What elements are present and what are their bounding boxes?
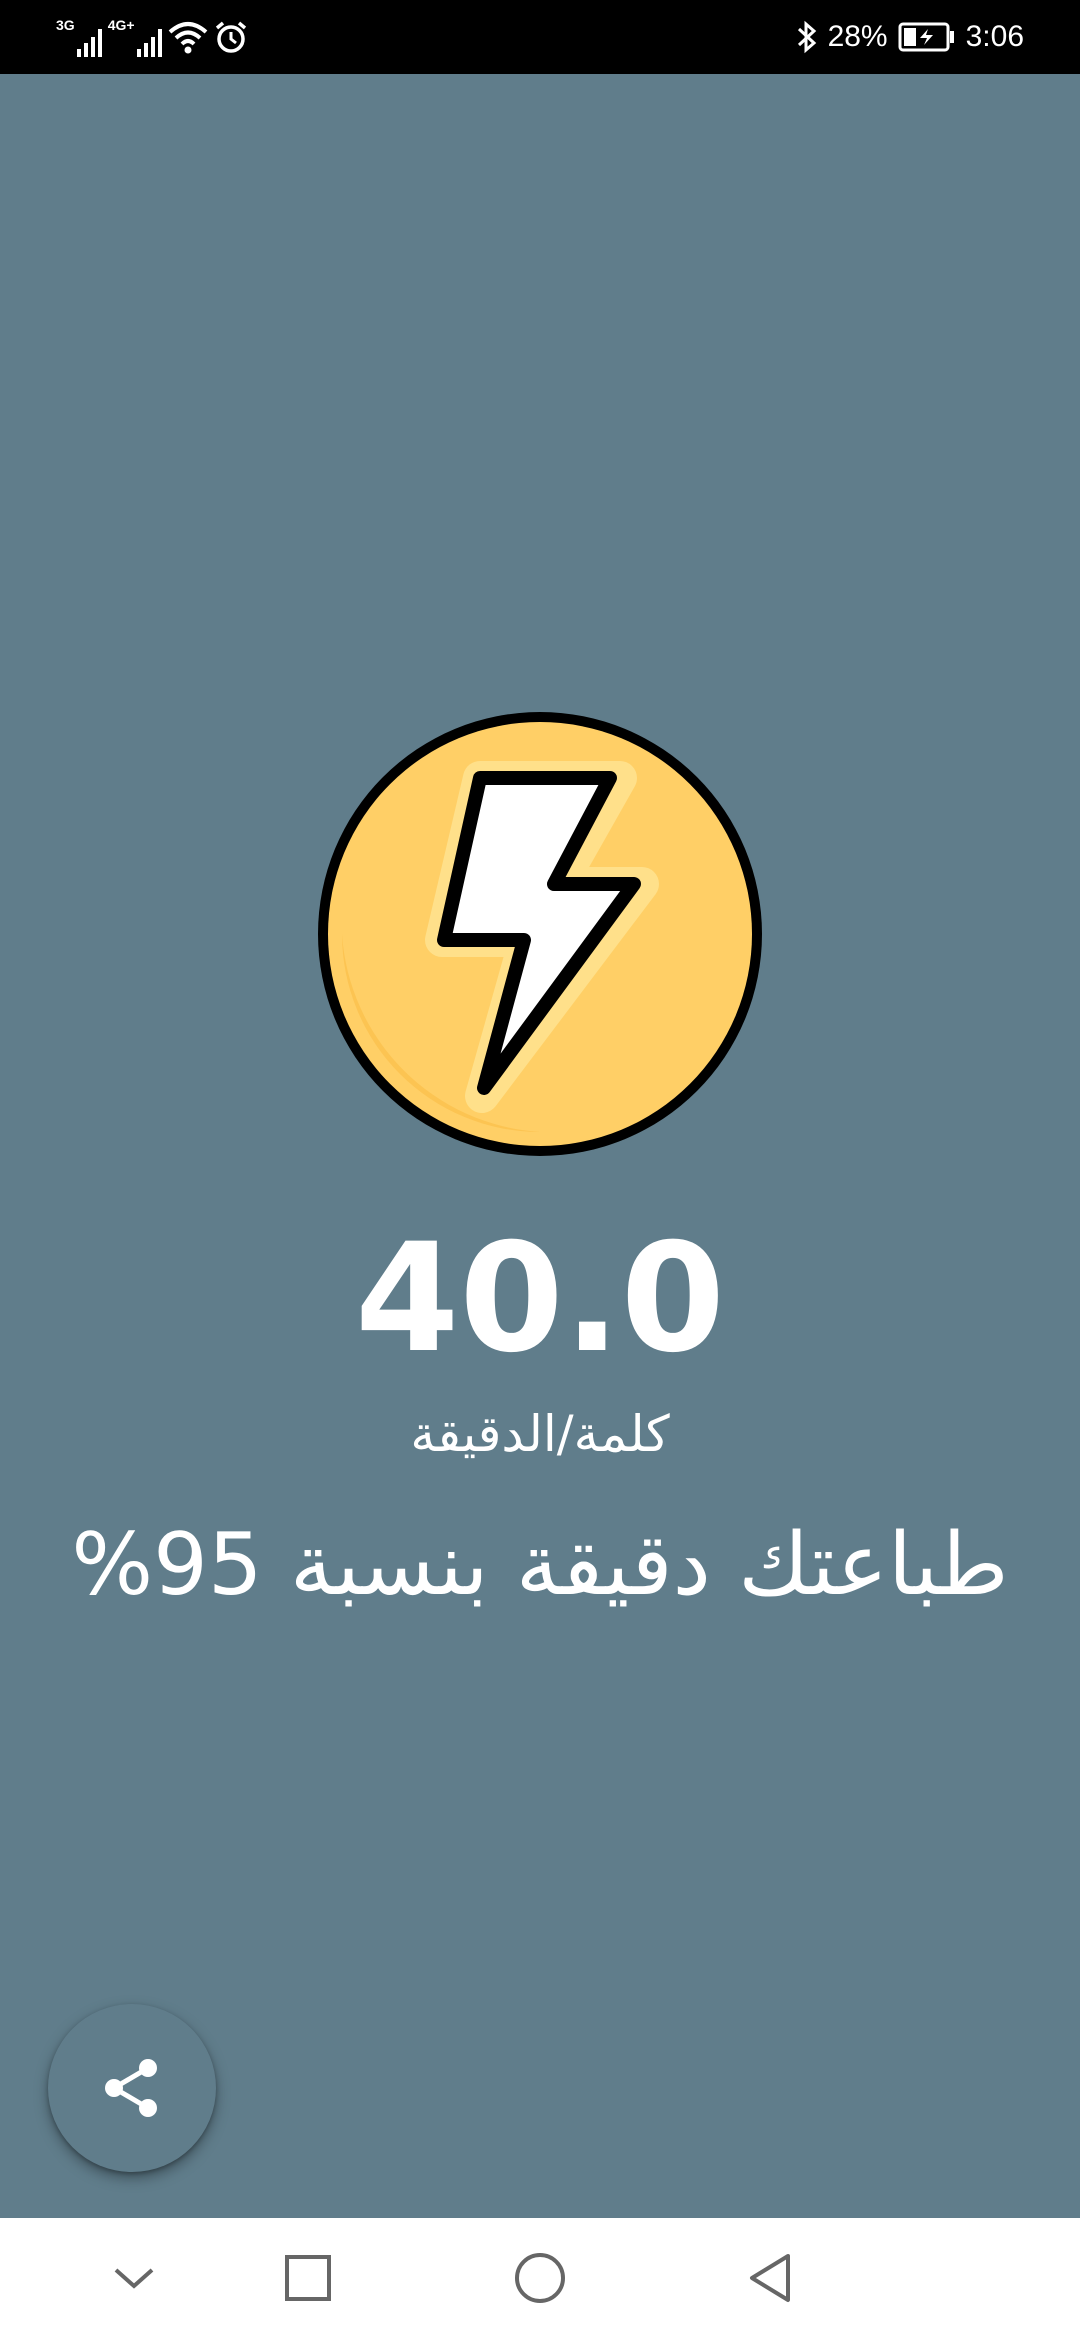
status-bar-left: 3G 4G+ xyxy=(56,14,248,60)
status-bar-right: 28% 3:06 xyxy=(796,14,1024,60)
signal-icon xyxy=(76,29,102,57)
navigation-bar xyxy=(0,2218,1080,2340)
chevron-down-icon[interactable] xyxy=(94,2238,174,2318)
wifi-icon xyxy=(168,22,207,54)
accuracy-text: طباعتك دقيقة بنسبة 95% xyxy=(71,1515,1009,1615)
share-icon xyxy=(105,2059,157,2117)
square-recents-icon[interactable] xyxy=(268,2238,348,2318)
signal-3g: 3G xyxy=(56,17,102,57)
battery-percent: 28% xyxy=(827,20,888,53)
status-bar: 3G 4G+ 28% 3:06 xyxy=(0,0,1080,74)
signal-icon xyxy=(136,29,162,57)
typing-speed-value: 40.0 xyxy=(354,1212,726,1386)
typing-speed-unit: كلمة/الدقيقة xyxy=(410,1405,670,1463)
triangle-back-icon[interactable] xyxy=(730,2238,810,2318)
alarm-icon xyxy=(215,21,246,53)
bluetooth-icon xyxy=(797,20,816,54)
circle-home-icon[interactable] xyxy=(500,2238,580,2318)
network-type-label: 3G xyxy=(56,17,75,33)
result-screen: 40.0 كلمة/الدقيقة طباعتك دقيقة بنسبة 95% xyxy=(0,74,1080,2218)
signal-4g: 4G+ xyxy=(108,17,162,57)
network-type-label: 4G+ xyxy=(107,17,135,33)
lightning-bolt-icon xyxy=(318,712,762,1156)
share-button[interactable] xyxy=(48,2004,216,2172)
battery-charging-icon xyxy=(898,22,954,52)
clock: 3:06 xyxy=(965,20,1024,53)
